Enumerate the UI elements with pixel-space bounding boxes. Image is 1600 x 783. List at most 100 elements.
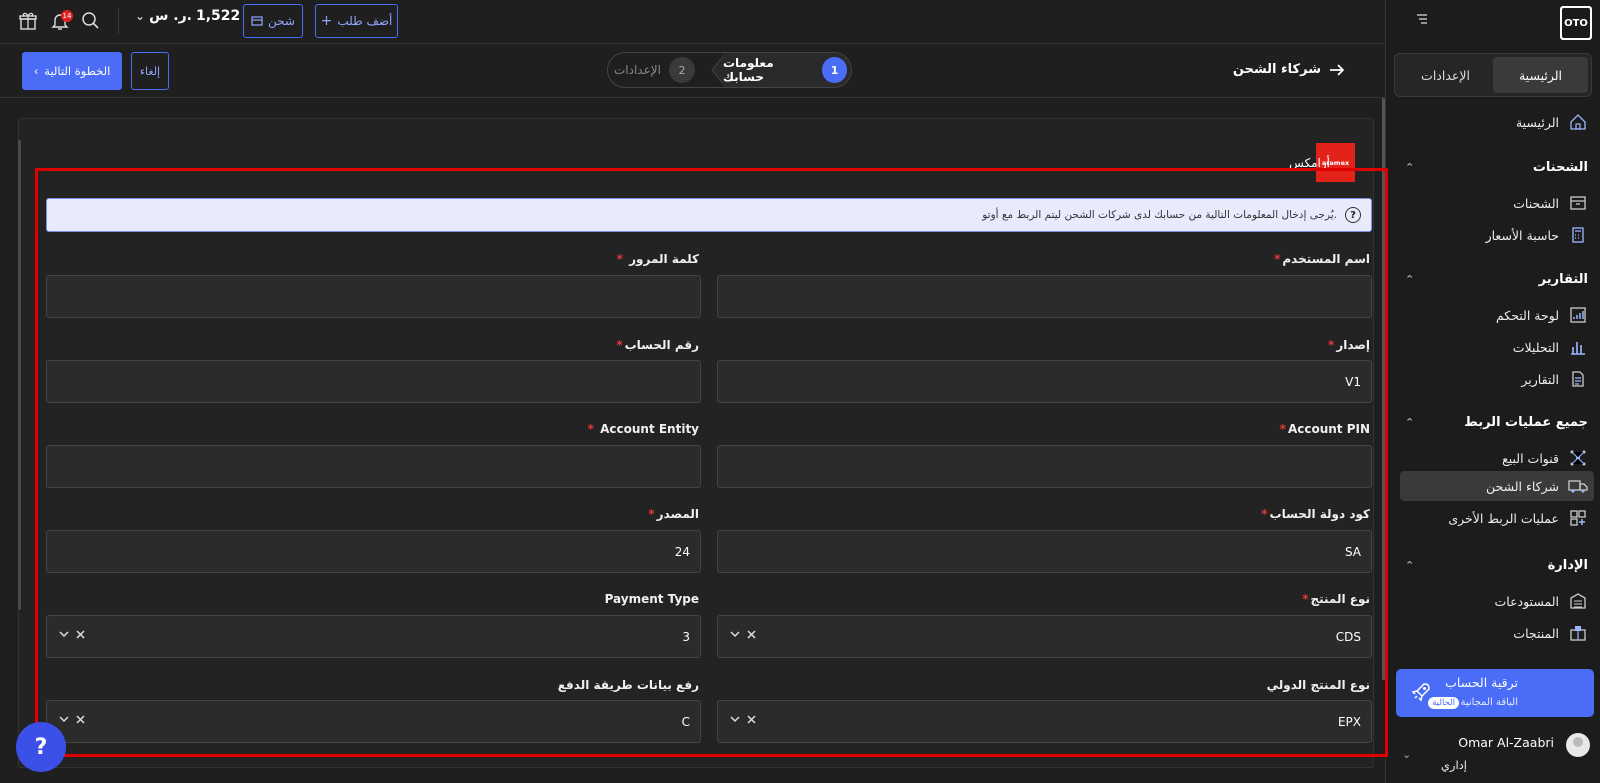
wallet-balance[interactable]: ⌄ ر. س. 1,522 — [135, 8, 240, 24]
account-number-field[interactable] — [46, 360, 701, 403]
add-order-button[interactable]: + أضف طلب — [315, 4, 398, 38]
upgrade-account-button[interactable]: ترقية الحساب الباقة المجانية الحالية — [1396, 669, 1594, 717]
divider — [118, 8, 119, 34]
sidebar-item-reports[interactable]: التقارير — [1385, 364, 1600, 394]
account-entity-label: * Account Entity — [587, 422, 699, 436]
step-account-info[interactable]: معلومات حسابك 1 — [723, 53, 851, 87]
version-field[interactable]: V1 — [717, 360, 1372, 403]
chevron-up-icon[interactable]: ⌃ — [1405, 161, 1414, 174]
chevron-down-icon[interactable]: ⌄ — [1402, 748, 1411, 761]
cancel-button[interactable]: إلغاء — [131, 52, 169, 90]
password-label: * كلمة المرور — [616, 252, 699, 266]
current-plan-badge: الحالية — [1428, 697, 1459, 709]
search-icon[interactable] — [80, 10, 100, 30]
clear-icon[interactable] — [76, 629, 85, 639]
select-controls — [730, 714, 756, 724]
sidebar: OTO الإعدادات الرئيسية الرئيسية ⌃ الشحنا… — [1385, 0, 1600, 783]
country-code-field[interactable]: SA — [717, 530, 1372, 573]
question-icon: ? — [1345, 207, 1361, 223]
calculator-icon — [1568, 225, 1588, 245]
account-entity-field[interactable] — [46, 445, 701, 488]
intl-product-type-label: نوع المنتج الدولي — [1266, 678, 1370, 692]
step-number: 2 — [668, 57, 695, 83]
product-type-label: * نوع المنتج — [1302, 592, 1370, 606]
clear-icon[interactable] — [747, 629, 756, 639]
box-icon — [1568, 193, 1588, 213]
section-integrations[interactable]: ⌃ جميع عمليات الربط — [1385, 409, 1600, 435]
sidebar-item-label: شركاء الشحن — [1486, 478, 1559, 494]
sidebar-item-shipments[interactable]: الشحنات — [1385, 188, 1600, 218]
bar-chart-icon — [1568, 337, 1588, 357]
sidebar-item-analytics[interactable]: التحليلات — [1385, 332, 1600, 362]
tab-home[interactable]: الرئيسية — [1493, 57, 1588, 93]
country-code-label: * كود دولة الحساب — [1261, 507, 1370, 521]
ship-button[interactable]: شحن — [243, 4, 303, 38]
logo-text: OTO — [1562, 8, 1590, 38]
username-field[interactable] — [717, 275, 1372, 318]
sidebar-item-products[interactable]: المنتجات — [1385, 618, 1600, 648]
wizard-stepper: الإعدادات 2 معلومات حسابك 1 — [607, 52, 852, 88]
card-scrollbar[interactable] — [18, 140, 21, 610]
sidebar-tabs: الإعدادات الرئيسية — [1394, 53, 1592, 97]
chevron-up-icon[interactable]: ⌃ — [1405, 416, 1414, 429]
sidebar-item-sales-channels[interactable]: قنوات البيع — [1385, 443, 1600, 473]
chevron-down-icon[interactable] — [730, 714, 740, 724]
sidebar-item-label: المنتجات — [1513, 625, 1559, 641]
section-shipments[interactable]: ⌃ الشحنات — [1385, 154, 1600, 180]
clear-icon[interactable] — [747, 714, 756, 724]
sidebar-item-label: عمليات الربط الأخرى — [1448, 510, 1559, 526]
select-value: C — [681, 714, 690, 729]
step-label: معلومات حسابك — [723, 56, 774, 84]
avatar[interactable] — [1566, 733, 1590, 757]
help-button[interactable]: ? — [16, 722, 66, 772]
plus-icon: + — [320, 13, 333, 29]
chevron-up-icon[interactable]: ⌃ — [1405, 273, 1414, 286]
oto-logo[interactable]: OTO — [1560, 6, 1592, 40]
sidebar-item-other-integrations[interactable]: عمليات الربط الأخرى — [1385, 503, 1600, 533]
menu-collapse-icon[interactable] — [1415, 12, 1429, 26]
warehouse-icon — [1568, 591, 1588, 611]
chevron-left-icon: ‹ — [33, 64, 39, 78]
password-field[interactable] — [46, 275, 701, 318]
sidebar-item-dashboard[interactable]: لوحة التحكم — [1385, 300, 1600, 330]
sidebar-item-warehouses[interactable]: المستودعات — [1385, 586, 1600, 616]
upgrade-title: ترقية الحساب — [1445, 675, 1518, 690]
payment-method-select[interactable]: C — [46, 700, 701, 743]
info-notice: يُرجى إدخال المعلومات التالية من حسابك ل… — [46, 198, 1372, 232]
chevron-up-icon[interactable]: ⌃ — [1405, 559, 1414, 572]
version-label: * إصدار — [1328, 338, 1370, 352]
account-pin-field[interactable] — [717, 445, 1372, 488]
section-reports[interactable]: ⌃ التقارير — [1385, 266, 1600, 292]
arrow-right-icon[interactable] — [1329, 63, 1345, 77]
chevron-down-icon[interactable] — [730, 629, 740, 639]
product-type-select[interactable]: CDS — [717, 615, 1372, 658]
select-value: EPX — [1337, 714, 1361, 729]
home-icon — [1568, 112, 1588, 132]
upgrade-plan: الباقة المجانية — [1460, 697, 1518, 708]
clear-icon[interactable] — [76, 714, 85, 724]
payment-method-label: رفع بيانات طريقة الدفع — [557, 678, 699, 692]
section-admin[interactable]: ⌃ الإدارة — [1385, 552, 1600, 578]
dashboard-icon — [1568, 305, 1588, 325]
account-number-label: * رقم الحساب — [616, 338, 699, 352]
step-settings[interactable]: الإعدادات 2 — [614, 53, 695, 87]
payment-type-select[interactable]: 3 — [46, 615, 701, 658]
sidebar-item-shipping-partners[interactable]: شركاء الشحن — [1400, 471, 1594, 501]
intl-product-type-select[interactable]: EPX — [717, 700, 1372, 743]
tab-settings[interactable]: الإعدادات — [1398, 57, 1493, 93]
payment-type-label: Payment Type — [604, 592, 699, 606]
select-controls — [59, 714, 85, 724]
sidebar-item-label: الشحنات — [1513, 195, 1559, 211]
sidebar-item-label: التحليلات — [1512, 339, 1559, 355]
sidebar-item-home[interactable]: الرئيسية — [1385, 107, 1600, 137]
chevron-down-icon[interactable] — [59, 714, 69, 724]
next-step-button[interactable]: ‹ الخطوة التالية — [22, 52, 122, 90]
sidebar-item-label: المستودعات — [1494, 593, 1560, 609]
user-role: إداري — [1440, 758, 1467, 772]
chevron-down-icon: ⌄ — [135, 9, 146, 23]
select-value: 3 — [682, 629, 690, 644]
gift-icon[interactable] — [18, 11, 38, 31]
chevron-down-icon[interactable] — [59, 629, 69, 639]
source-field[interactable]: 24 — [46, 530, 701, 573]
sidebar-item-calculator[interactable]: حاسبة الأسعار — [1385, 220, 1600, 250]
